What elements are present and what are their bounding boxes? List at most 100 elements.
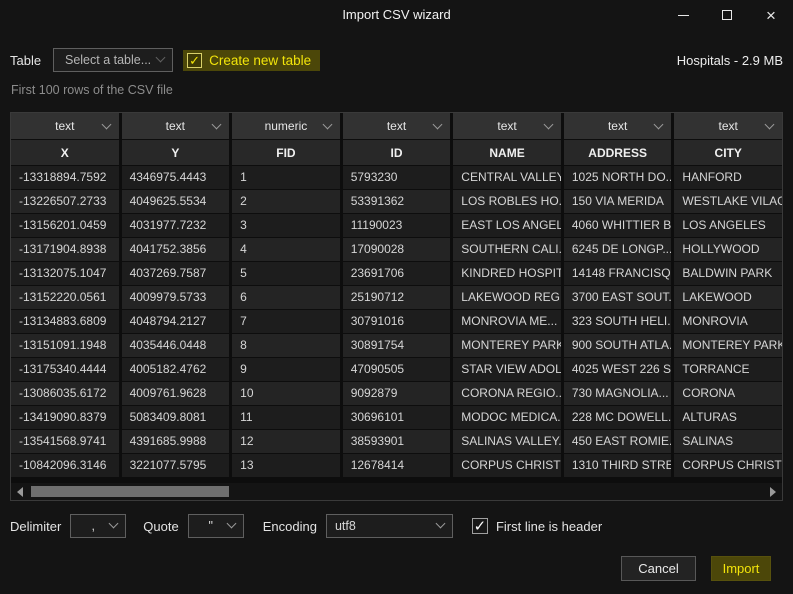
close-button[interactable]: × <box>749 0 793 30</box>
table-cell: -13541568.9741 <box>11 430 119 453</box>
column-type-select-id[interactable]: text <box>343 113 451 139</box>
table-cell: 14148 FRANCISQ... <box>564 262 672 285</box>
table-cell: 23691706 <box>343 262 451 285</box>
table-cell: MODOC MEDICA... <box>453 406 561 429</box>
table-cell: 5083409.8081 <box>122 406 230 429</box>
cancel-button[interactable]: Cancel <box>621 556 696 581</box>
table-cell: BALDWIN PARK <box>674 262 782 285</box>
table-cell: -13086035.6172 <box>11 382 119 405</box>
table-cell: 4009761.9628 <box>122 382 230 405</box>
table-cell: SALINAS <box>674 430 782 453</box>
table-cell: 4391685.9988 <box>122 430 230 453</box>
table-cell: 9 <box>232 358 340 381</box>
table-cell: MONTEREY PARK... <box>453 334 561 357</box>
table-cell: 150 VIA MERIDA <box>564 190 672 213</box>
table-cell: 4060 WHITTIER B... <box>564 214 672 237</box>
encoding-select[interactable]: utf8 <box>326 514 453 538</box>
table-cell: MONTEREY PARK <box>674 334 782 357</box>
column-type-select-fid[interactable]: numeric <box>232 113 340 139</box>
table-cell: 53391362 <box>343 190 451 213</box>
check-icon: ✓ <box>189 54 200 67</box>
table-cell: 30891754 <box>343 334 451 357</box>
table-cell: 4048794.2127 <box>122 310 230 333</box>
table-cell: LOS ROBLES HO... <box>453 190 561 213</box>
column-header-y: Y <box>122 140 230 165</box>
check-icon: ✓ <box>474 519 487 534</box>
column-header-x: X <box>11 140 119 165</box>
table-cell: 30791016 <box>343 310 451 333</box>
delimiter-select[interactable]: , <box>70 514 126 538</box>
delimiter-label: Delimiter <box>10 519 61 534</box>
table-cell: WESTLAKE VILAGE <box>674 190 782 213</box>
table-cell: -13134883.6809 <box>11 310 119 333</box>
table-cell: 13 <box>232 454 340 477</box>
table-cell: CORPUS CHRISTI... <box>453 454 561 477</box>
table-cell: 25190712 <box>343 286 451 309</box>
table-cell: LAKEWOOD <box>674 286 782 309</box>
table-cell: LOS ANGELES <box>674 214 782 237</box>
table-cell: ALTURAS <box>674 406 782 429</box>
table-cell: CORONA REGIO... <box>453 382 561 405</box>
table-cell: EAST LOS ANGEL... <box>453 214 561 237</box>
table-cell: 228 MC DOWELL... <box>564 406 672 429</box>
horizontal-scrollbar[interactable] <box>11 483 782 500</box>
action-buttons: Cancel Import <box>621 556 771 581</box>
import-button[interactable]: Import <box>711 556 771 581</box>
first-line-header-checkbox[interactable]: ✓ <box>472 518 488 534</box>
table-cell: 323 SOUTH HELI... <box>564 310 672 333</box>
quote-select[interactable]: " <box>188 514 244 538</box>
table-cell: STAR VIEW ADOL... <box>453 358 561 381</box>
chevron-down-icon <box>322 120 332 130</box>
maximize-button[interactable] <box>705 0 749 30</box>
chevron-down-icon <box>543 120 553 130</box>
chevron-down-icon <box>654 120 664 130</box>
table-cell: -13156201.0459 <box>11 214 119 237</box>
column-type-select-y[interactable]: text <box>122 113 230 139</box>
create-new-table-option[interactable]: ✓ Create new table <box>183 50 320 71</box>
close-icon: × <box>766 7 776 24</box>
chevron-down-icon <box>101 120 111 130</box>
encoding-label: Encoding <box>263 519 317 534</box>
table-cell: 1025 NORTH DO... <box>564 166 672 189</box>
table-cell: 9092879 <box>343 382 451 405</box>
scroll-right-icon[interactable] <box>770 487 776 497</box>
encoding-value: utf8 <box>327 519 452 533</box>
column-type-select-name[interactable]: text <box>453 113 561 139</box>
table-cell: 4025 WEST 226 S... <box>564 358 672 381</box>
toolbar: Table Select a table... ✓ Create new tab… <box>10 47 783 73</box>
chevron-down-icon <box>433 120 443 130</box>
column-type-select-city[interactable]: text <box>674 113 782 139</box>
csv-options: Delimiter , Quote " Encoding utf8 ✓ Firs… <box>10 513 611 539</box>
table-cell: 4049625.5534 <box>122 190 230 213</box>
table-cell: HANFORD <box>674 166 782 189</box>
chevron-down-icon <box>212 120 222 130</box>
table-cell: HOLLYWOOD <box>674 238 782 261</box>
maximize-icon <box>722 10 732 20</box>
scrollbar-thumb[interactable] <box>31 486 229 497</box>
table-cell: CENTRAL VALLEY... <box>453 166 561 189</box>
create-new-table-checkbox[interactable]: ✓ <box>187 53 202 68</box>
table-cell: 11190023 <box>343 214 451 237</box>
table-select[interactable]: Select a table... <box>53 48 173 72</box>
table-cell: 2 <box>232 190 340 213</box>
table-cell: 6 <box>232 286 340 309</box>
chevron-down-icon <box>765 120 775 130</box>
table-cell: 12 <box>232 430 340 453</box>
table-cell: -13151091.1948 <box>11 334 119 357</box>
create-new-table-label: Create new table <box>209 53 311 68</box>
table-cell: 3700 EAST SOUT... <box>564 286 672 309</box>
table-cell: 7 <box>232 310 340 333</box>
minimize-button[interactable] <box>661 0 705 30</box>
table-cell: -13175340.4444 <box>11 358 119 381</box>
column-type-select-x[interactable]: text <box>11 113 119 139</box>
table-cell: 450 EAST ROMIE... <box>564 430 672 453</box>
table-cell: 47090505 <box>343 358 451 381</box>
column-type-select-address[interactable]: text <box>564 113 672 139</box>
table-cell: -13132075.1047 <box>11 262 119 285</box>
table-cell: 17090028 <box>343 238 451 261</box>
table-cell: 5793230 <box>343 166 451 189</box>
table-cell: 4035446.0448 <box>122 334 230 357</box>
table-select-value: Select a table... <box>54 53 172 67</box>
window-controls: × <box>661 0 793 30</box>
scroll-left-icon[interactable] <box>17 487 23 497</box>
